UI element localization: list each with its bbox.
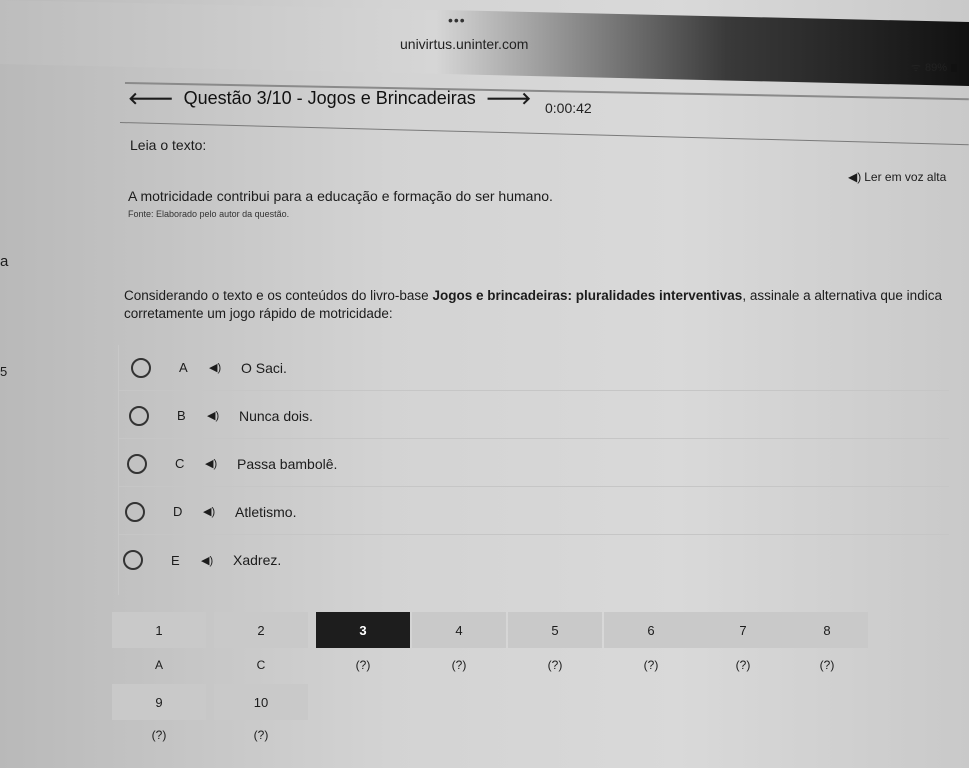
question-book-title: Jogos e brincadeiras: pluralidades inter…	[432, 288, 743, 303]
nav-question-10[interactable]: 10	[214, 684, 308, 720]
read-label: Leia o texto:	[130, 137, 207, 153]
option-letter: C	[175, 456, 185, 471]
nav-question-2[interactable]: 2	[214, 612, 308, 648]
radio-button[interactable]	[125, 501, 145, 522]
speaker-icon: ◀︎)	[848, 170, 862, 184]
nav-question-7[interactable]: 7	[696, 612, 790, 648]
nav-answer: C	[256, 658, 266, 672]
arrow-right-icon[interactable]: 🡒	[486, 89, 532, 109]
nav-answer: (?)	[151, 728, 167, 742]
page-title: Questão 3/10 - Jogos e Brincadeiras	[183, 88, 476, 108]
option-d[interactable]: D ◀︎) Atletismo.	[119, 489, 949, 535]
option-letter: D	[173, 504, 183, 519]
read-aloud-label: Ler em voz alta	[864, 170, 947, 184]
option-a[interactable]: A ◀︎) O Saci.	[119, 345, 949, 391]
divider	[119, 122, 969, 146]
nav-question-4[interactable]: 4	[412, 612, 506, 648]
option-text: O Saci.	[241, 359, 287, 376]
cut-off-text: 5	[0, 364, 8, 379]
source-text: Fonte: Elaborado pelo autor da questão.	[128, 209, 290, 219]
answer-options: A ◀︎) O Saci. B ◀︎) Nunca dois. C ◀︎) Pa…	[118, 345, 949, 595]
speaker-icon[interactable]: ◀︎)	[207, 409, 231, 422]
option-b[interactable]: B ◀︎) Nunca dois.	[119, 393, 949, 439]
option-letter: B	[177, 408, 186, 423]
option-letter: E	[171, 552, 180, 568]
tab-dots-icon[interactable]: •••	[448, 12, 466, 28]
option-text: Xadrez.	[233, 552, 282, 568]
arrow-left-icon[interactable]: 🡐	[128, 89, 174, 109]
wifi-icon: ᯤ	[910, 62, 921, 74]
battery-icon	[951, 63, 957, 72]
nav-answer: (?)	[355, 658, 371, 672]
option-text: Atletismo.	[235, 503, 297, 520]
option-letter: A	[179, 360, 188, 375]
question-start: Considerando o texto e os conteúdos do l…	[124, 288, 433, 303]
question-text: Considerando o texto e os conteúdos do l…	[124, 287, 964, 323]
read-aloud-button[interactable]: ◀︎) Ler em voz alta	[848, 170, 946, 184]
nav-answer: (?)	[735, 658, 751, 672]
nav-answer: (?)	[819, 658, 835, 672]
radio-button[interactable]	[123, 550, 143, 570]
speaker-icon[interactable]: ◀︎)	[201, 554, 225, 567]
radio-button[interactable]	[131, 357, 151, 378]
nav-question-5[interactable]: 5	[508, 612, 602, 648]
option-text: Nunca dois.	[239, 407, 313, 424]
browser-bar: ••• univirtus.uninter.com ᯤ 89%	[0, 0, 969, 90]
radio-button[interactable]	[127, 453, 147, 474]
status-indicators: ᯤ 89%	[911, 60, 957, 75]
nav-answer: A	[154, 658, 163, 672]
option-c[interactable]: C ◀︎) Passa bambolê.	[119, 441, 949, 487]
nav-answer: (?)	[451, 658, 467, 672]
speaker-icon[interactable]: ◀︎)	[209, 361, 233, 374]
radio-button[interactable]	[129, 405, 149, 426]
timer: 0:00:42	[545, 100, 592, 116]
option-e[interactable]: E ◀︎) Xadrez.	[119, 537, 949, 583]
speaker-icon[interactable]: ◀︎)	[205, 457, 229, 470]
speaker-icon[interactable]: ◀︎)	[203, 505, 227, 518]
passage-text: A motricidade contribui para a educação …	[128, 188, 553, 204]
nav-question-8[interactable]: 8	[786, 612, 868, 648]
option-text: Passa bambolê.	[237, 455, 338, 472]
nav-question-3[interactable]: 3	[316, 612, 410, 648]
nav-question-1[interactable]: 1	[112, 612, 206, 648]
nav-answer: (?)	[547, 658, 563, 672]
nav-question-6[interactable]: 6	[604, 612, 698, 648]
nav-answer: (?)	[643, 658, 659, 672]
url-bar[interactable]: univirtus.uninter.com	[400, 36, 528, 52]
nav-answer: (?)	[253, 728, 269, 742]
cut-off-text: a	[0, 253, 9, 270]
question-header: 🡐 Questão 3/10 - Jogos e Brincadeiras 🡒	[128, 88, 531, 109]
battery-percent: 89%	[924, 61, 947, 74]
nav-question-9[interactable]: 9	[112, 684, 206, 720]
